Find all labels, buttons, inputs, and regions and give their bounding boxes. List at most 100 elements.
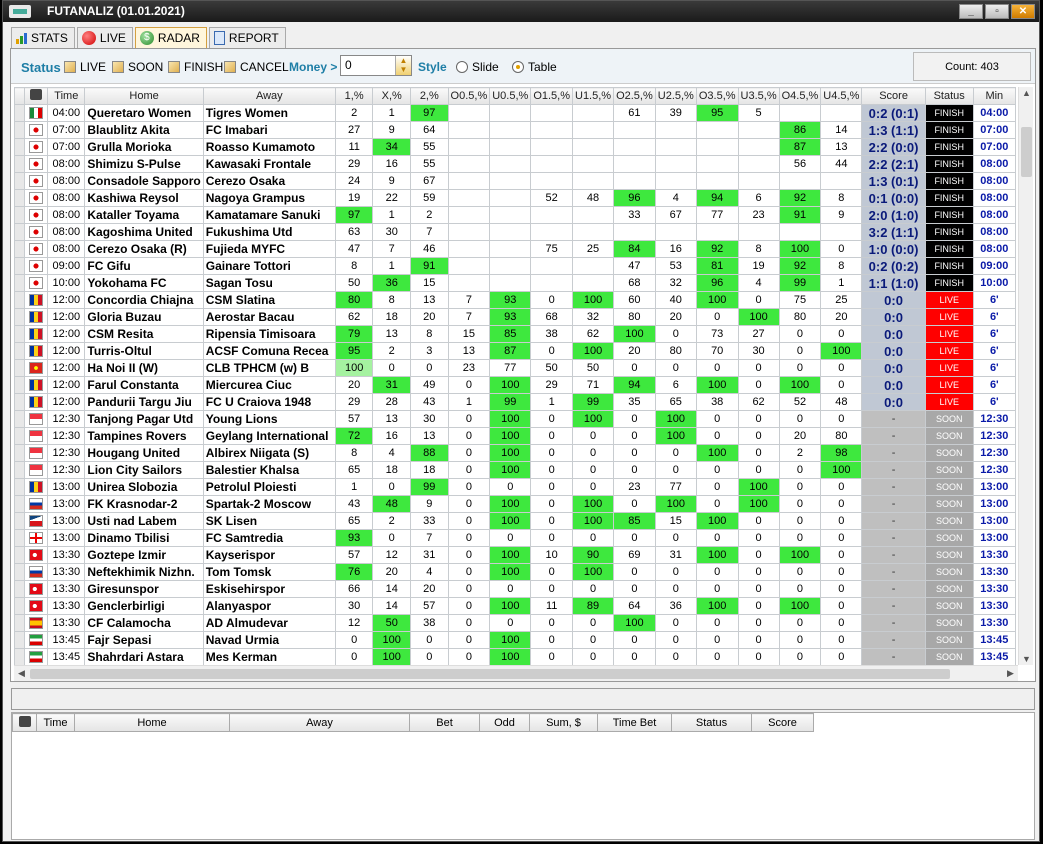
row-indicator[interactable] xyxy=(14,257,26,275)
minimize-icon[interactable]: _ xyxy=(959,4,983,19)
table-row[interactable]: 08:00 Kashiwa Reysol Nagoya Grampus 19 22 59 5… xyxy=(14,189,1016,207)
row-indicator[interactable] xyxy=(14,376,26,394)
row-indicator[interactable] xyxy=(14,206,26,224)
maximize-icon[interactable]: ▫ xyxy=(985,4,1009,19)
table-row[interactable]: 13:30 Giresunspor Eskisehirspor 66 14 20 0 0 0 0 0… xyxy=(14,580,1016,598)
table-row[interactable]: 12:00 Gloria Buzau Aerostar Bacau 62 18 20 7 93… xyxy=(14,308,1016,326)
row-indicator[interactable] xyxy=(14,478,26,496)
horizontal-scrollbar[interactable]: ◀ ▶ xyxy=(14,665,1018,681)
scrollbar-thumb[interactable] xyxy=(1021,127,1032,177)
row-indicator[interactable] xyxy=(14,563,26,581)
column-header[interactable]: O4.5,% xyxy=(778,87,822,105)
tab-radar[interactable]: $ RADAR xyxy=(134,27,207,48)
row-indicator[interactable] xyxy=(14,189,26,207)
flag-header[interactable] xyxy=(24,87,49,105)
money-input[interactable]: 0 ▲ ▼ xyxy=(340,55,412,76)
table-row[interactable]: 13:30 Genclerbirligi Alanyaspor 30 14 57 0 100 1… xyxy=(14,597,1016,615)
table-row[interactable]: 10:00 Yokohama FC Sagan Tosu 50 36 15 68 32 96 4 9… xyxy=(14,274,1016,292)
row-indicator[interactable] xyxy=(14,512,26,530)
table-row[interactable]: 12:00 Pandurii Targu Jiu FC U Craiova 1948… xyxy=(14,393,1016,411)
row-indicator[interactable] xyxy=(14,138,26,156)
scroll-down-icon[interactable]: ▼ xyxy=(1019,654,1034,664)
row-indicator[interactable] xyxy=(14,597,26,615)
table-row[interactable]: 08:00 Shimizu S-Pulse Kawasaki Frontale 29 1… xyxy=(14,155,1016,173)
scroll-up-icon[interactable]: ▲ xyxy=(1019,88,1034,98)
table-row[interactable]: 07:00 Blaublitz Akita FC Imabari 27 9 64 86 14 1… xyxy=(14,121,1016,139)
table-row[interactable]: 12:30 Tampines Rovers Geylang Internationa… xyxy=(14,427,1016,445)
scroll-left-icon[interactable]: ◀ xyxy=(14,668,29,679)
row-indicator[interactable] xyxy=(14,121,26,139)
slide-radio[interactable]: Slide xyxy=(456,60,499,74)
table-row[interactable]: 12:30 Tanjong Pagar Utd Young Lions 57 13 30 0… xyxy=(14,410,1016,428)
bets-column-header[interactable]: Bet xyxy=(409,713,480,732)
table-row[interactable]: 13:45 Fajr Sepasi Navad Urmia 0 100 0 0 100 0 0 0 0… xyxy=(14,631,1016,649)
table-row[interactable]: 12:30 Hougang United Albirex Niigata (S) 8 4… xyxy=(14,444,1016,462)
row-indicator[interactable] xyxy=(14,274,26,292)
table-row[interactable]: 12:00 Concordia Chiajna CSM Slatina 80 8 13 7 9… xyxy=(14,291,1016,309)
bets-column-header[interactable]: Time Bet xyxy=(597,713,672,732)
row-indicator[interactable] xyxy=(14,461,26,479)
table-radio[interactable]: Table xyxy=(512,60,557,74)
table-row[interactable]: 13:30 CF Calamocha AD Almudevar 12 50 38 0 0 0 0 1… xyxy=(14,614,1016,632)
row-indicator[interactable] xyxy=(14,529,26,547)
table-row[interactable]: 08:00 Kataller Toyama Kamatamare Sanuki 97 1… xyxy=(14,206,1016,224)
column-header[interactable]: U1.5,% xyxy=(571,87,615,105)
row-indicator[interactable] xyxy=(14,325,26,343)
row-indicator[interactable] xyxy=(14,631,26,649)
table-row[interactable]: 12:00 Farul Constanta Miercurea Ciuc 20 31 49… xyxy=(14,376,1016,394)
table-row[interactable]: 13:30 Neftekhimik Nizhn. Tom Tomsk 76 20 4 0 10… xyxy=(14,563,1016,581)
cancel-filter-checkbox[interactable]: CANCEL xyxy=(224,60,289,74)
table-row[interactable]: 13:30 Goztepe Izmir Kayserispor 57 12 31 0 100 1… xyxy=(14,546,1016,564)
table-row[interactable]: 12:00 Ha Noi II (W) CLB TPHCM (w) B 100 0 0 23… xyxy=(14,359,1016,377)
soon-filter-checkbox[interactable]: SOON xyxy=(112,60,163,74)
table-row[interactable]: 13:00 Usti nad Labem SK Lisen 65 2 33 0 100 0 100… xyxy=(14,512,1016,530)
column-header[interactable]: Away xyxy=(202,87,336,105)
column-header[interactable]: O0.5,% xyxy=(447,87,491,105)
spinner-icon[interactable]: ▲ ▼ xyxy=(395,56,411,75)
row-indicator[interactable] xyxy=(14,342,26,360)
row-indicator[interactable] xyxy=(14,427,26,445)
bets-column-header[interactable]: Home xyxy=(74,713,230,732)
row-indicator[interactable] xyxy=(14,104,26,122)
row-indicator[interactable] xyxy=(14,614,26,632)
table-row[interactable]: 07:00 Grulla Morioka Roasso Kumamoto 11 34 55… xyxy=(14,138,1016,156)
table-row[interactable]: 13:00 Unirea Slobozia Petrolul Ploiesti 1 0 9… xyxy=(14,478,1016,496)
column-header[interactable]: Time xyxy=(47,87,86,105)
bets-column-header[interactable]: Sum, $ xyxy=(529,713,598,732)
column-header[interactable]: Status xyxy=(924,87,974,105)
column-header[interactable]: 2,% xyxy=(410,87,449,105)
bets-column-header[interactable]: Status xyxy=(671,713,752,732)
row-indicator[interactable] xyxy=(14,495,26,513)
bets-column-header[interactable]: Score xyxy=(751,713,814,732)
row-indicator[interactable] xyxy=(14,580,26,598)
pin-header[interactable] xyxy=(12,713,37,732)
row-indicator[interactable] xyxy=(14,410,26,428)
tab-live[interactable]: LIVE xyxy=(76,27,133,48)
row-indicator[interactable] xyxy=(14,444,26,462)
table-row[interactable]: 09:00 FC Gifu Gainare Tottori 8 1 91 47 53 81 19 9… xyxy=(14,257,1016,275)
tab-stats[interactable]: STATS xyxy=(11,27,75,48)
table-row[interactable]: 08:00 Cerezo Osaka (R) Fujieda MYFC 47 7 46 75… xyxy=(14,240,1016,258)
row-indicator[interactable] xyxy=(14,172,26,190)
table-row[interactable]: 13:45 Shahrdari Astara Mes Kerman 0 100 0 0 100… xyxy=(14,648,1016,665)
finish-filter-checkbox[interactable]: FINISH xyxy=(168,60,223,74)
bets-column-header[interactable]: Away xyxy=(229,713,410,732)
column-header[interactable]: U2.5,% xyxy=(654,87,697,105)
vertical-scrollbar[interactable]: ▲ ▼ xyxy=(1018,87,1033,665)
column-header[interactable]: 1,% xyxy=(334,87,374,105)
scrollbar-thumb[interactable] xyxy=(30,669,950,679)
column-header[interactable]: U3.5,% xyxy=(737,87,780,105)
column-header[interactable]: X,% xyxy=(372,87,412,105)
tab-report[interactable]: REPORT xyxy=(208,27,286,48)
column-header[interactable]: O1.5,% xyxy=(530,87,573,105)
table-row[interactable]: 13:00 FK Krasnodar-2 Spartak-2 Moscow 43 48 9… xyxy=(14,495,1016,513)
table-row[interactable]: 12:30 Lion City Sailors Balestier Khalsa 65… xyxy=(14,461,1016,479)
scroll-right-icon[interactable]: ▶ xyxy=(1003,668,1018,679)
column-header[interactable]: O3.5,% xyxy=(695,87,739,105)
column-header[interactable]: U4.5,% xyxy=(820,87,863,105)
table-row[interactable]: 08:00 Kagoshima United Fukushima Utd 63 30 7 3… xyxy=(14,223,1016,241)
table-row[interactable]: 12:00 Turris-Oltul ACSF Comuna Recea 95 2 3 13… xyxy=(14,342,1016,360)
row-indicator[interactable] xyxy=(14,359,26,377)
close-icon[interactable]: ✕ xyxy=(1011,4,1035,19)
live-filter-checkbox[interactable]: LIVE xyxy=(64,60,106,74)
